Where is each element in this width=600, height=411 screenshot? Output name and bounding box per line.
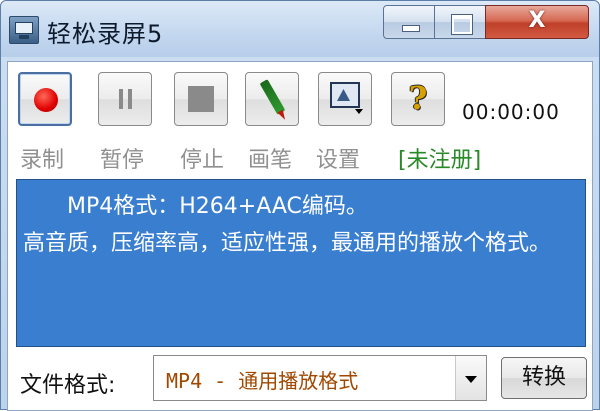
format-description: MP4格式：H264+AAC编码。 高音质，压缩率高，适应性强，最通用的播放个格… [16, 179, 586, 347]
record-icon [34, 88, 58, 112]
recording-timer: 00:00:00 [462, 100, 560, 124]
maximize-icon [451, 14, 473, 35]
record-button[interactable] [18, 72, 72, 126]
pen-button[interactable] [245, 72, 299, 126]
help-button[interactable]: ? [391, 72, 445, 126]
help-icon: ? [408, 79, 428, 117]
settings-label: 设置 [316, 148, 361, 173]
app-icon[interactable] [9, 16, 39, 44]
file-format-dropdown-button[interactable] [455, 356, 486, 400]
settings-button[interactable] [318, 72, 372, 126]
minimize-icon [402, 25, 420, 32]
format-description-line1: MP4格式：H264+AAC编码。 [67, 194, 368, 219]
close-button[interactable]: X [485, 5, 589, 39]
settings-icon [330, 82, 360, 108]
title-bar[interactable]: 轻松录屏5 X [1, 1, 599, 57]
close-icon: X [528, 8, 546, 33]
pen-label: 画笔 [248, 148, 293, 173]
client-area: ? 00:00:00 录制 暂停 停止 画笔 设置 [未注册] MP4格式：H2… [7, 61, 593, 411]
pause-label: 暂停 [100, 148, 145, 173]
file-format-select[interactable]: MP4 - 通用播放格式 [153, 355, 487, 401]
pen-icon [259, 79, 286, 115]
convert-button[interactable]: 转换 [501, 357, 587, 399]
stop-icon [188, 86, 214, 112]
settings-dropdown-icon [355, 109, 363, 114]
stop-label: 停止 [180, 148, 225, 173]
pause-button[interactable] [98, 72, 152, 126]
app-window: 轻松录屏5 X ? 00:00:00 录制 暂停 停止 画笔 设置 [未注册] … [0, 0, 600, 411]
stop-button[interactable] [174, 72, 228, 126]
minimize-button[interactable] [383, 5, 435, 39]
record-label: 录制 [20, 148, 65, 173]
dropdown-arrow-icon [465, 376, 477, 383]
file-format-value: MP4 - 通用播放格式 [166, 369, 359, 393]
maximize-button[interactable] [434, 5, 486, 39]
unregistered-link[interactable]: [未注册] [398, 142, 481, 174]
file-format-label: 文件格式: [20, 373, 116, 398]
format-description-line2: 高音质，压缩率高，适应性强，最通用的播放个格式。 [23, 231, 552, 256]
window-title: 轻松录屏5 [47, 20, 164, 48]
